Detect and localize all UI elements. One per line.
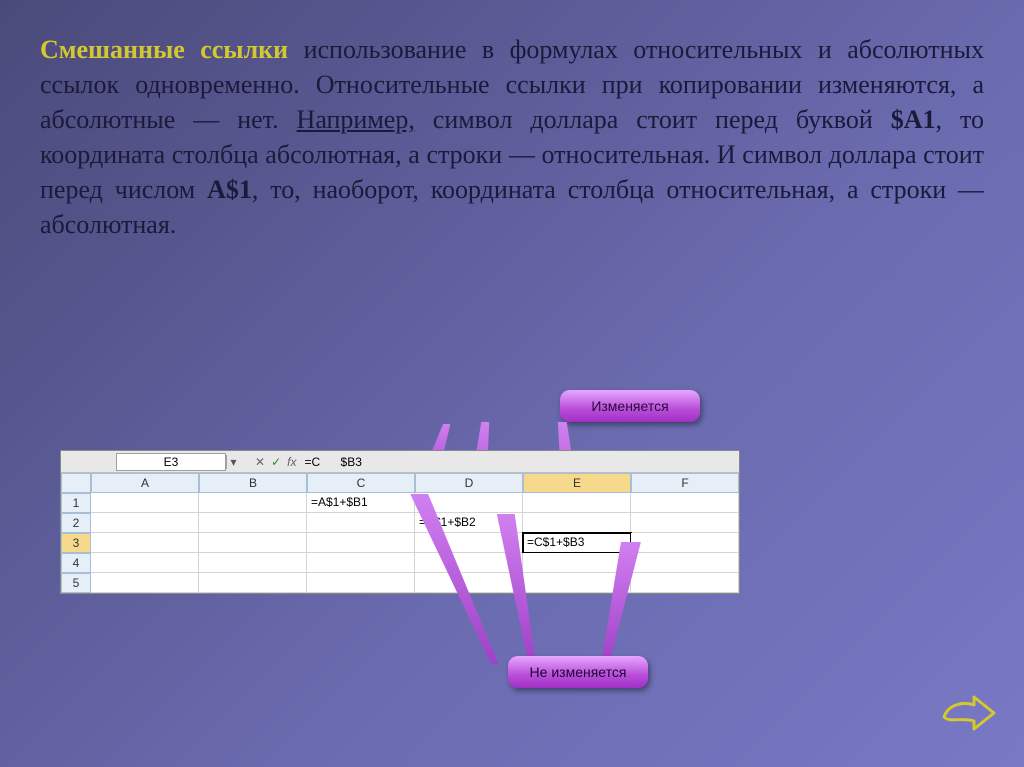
arrow-right-icon	[940, 695, 996, 739]
cancel-icon[interactable]: ✕	[255, 455, 265, 469]
next-arrow-button[interactable]	[940, 695, 996, 739]
col-header[interactable]: F	[631, 473, 739, 493]
callout-bottom-label: Не изменяется	[530, 664, 627, 680]
cell[interactable]	[199, 553, 307, 573]
col-header[interactable]: B	[199, 473, 307, 493]
cell[interactable]	[523, 513, 631, 533]
formula-bar-row: E3 ▾ ✕ ✓ fx =C$1+$B3	[61, 451, 739, 473]
cell[interactable]	[631, 513, 739, 533]
namebox-dropdown-icon[interactable]: ▾	[226, 455, 240, 469]
row-header[interactable]: 5	[61, 573, 91, 593]
cell[interactable]	[307, 513, 415, 533]
col-header[interactable]: C	[307, 473, 415, 493]
name-box[interactable]: E3	[116, 453, 226, 471]
cell[interactable]	[91, 513, 199, 533]
cell[interactable]	[199, 533, 307, 553]
callout-top: Изменяется	[560, 390, 700, 422]
text-p2: символ доллара стоит перед буквой	[415, 105, 891, 134]
cell[interactable]	[199, 513, 307, 533]
ref2: А$1	[207, 175, 252, 204]
cell[interactable]	[199, 573, 307, 593]
example-word: Например,	[297, 105, 415, 134]
row-header[interactable]: 2	[61, 513, 91, 533]
select-all-corner[interactable]	[61, 473, 91, 493]
spreadsheet-grid[interactable]: A B C D E F 1 =A$1+$B1 2 =B$1+$B2 3 =C$1…	[61, 473, 739, 593]
excel-screenshot: E3 ▾ ✕ ✓ fx =C$1+$B3 A B C D E F 1 =A$1+…	[60, 450, 740, 594]
callout-bottom: Не изменяется	[508, 656, 648, 688]
cell[interactable]	[631, 573, 739, 593]
formula-bar[interactable]: =C$1+$B3	[296, 455, 739, 469]
cell[interactable]	[199, 493, 307, 513]
col-header[interactable]: A	[91, 473, 199, 493]
cell[interactable]	[91, 493, 199, 513]
cell[interactable]	[307, 553, 415, 573]
title-highlight: Смешанные ссылки	[40, 35, 288, 64]
cell[interactable]	[91, 553, 199, 573]
ref1: $А1	[891, 105, 936, 134]
cell-selected[interactable]: =C$1+$B3	[523, 533, 631, 553]
fx-icons: ✕ ✓ fx	[255, 455, 296, 469]
cell[interactable]	[415, 573, 523, 593]
row-header[interactable]: 4	[61, 553, 91, 573]
cell[interactable]: =A$1+$B1	[307, 493, 415, 513]
cell[interactable]	[307, 573, 415, 593]
cell[interactable]	[307, 533, 415, 553]
cell[interactable]	[523, 553, 631, 573]
paragraph-body: Смешанные ссылки использование в формула…	[40, 32, 984, 243]
cell[interactable]	[631, 493, 739, 513]
cell[interactable]	[631, 533, 739, 553]
cell[interactable]	[523, 493, 631, 513]
callout-top-label: Изменяется	[591, 398, 668, 414]
col-header[interactable]: D	[415, 473, 523, 493]
cell[interactable]	[91, 533, 199, 553]
row-header[interactable]: 1	[61, 493, 91, 513]
fx-icon[interactable]: fx	[287, 455, 296, 469]
col-header[interactable]: E	[523, 473, 631, 493]
row-header[interactable]: 3	[61, 533, 91, 553]
enter-icon[interactable]: ✓	[271, 455, 281, 469]
cell[interactable]	[91, 573, 199, 593]
cell[interactable]	[631, 553, 739, 573]
